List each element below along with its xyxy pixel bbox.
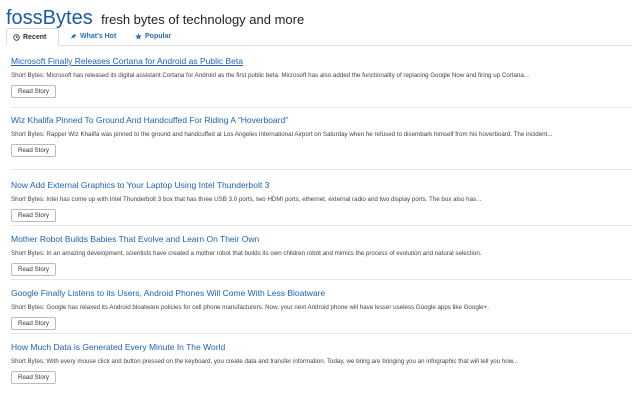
story-summary: Short Bytes: In an amazing development, … xyxy=(11,250,482,257)
story-summary: Short Bytes: With every mouse click and … xyxy=(11,358,519,365)
story-item: How Much Data is Generated Every Minute … xyxy=(11,342,632,394)
read-story-button[interactable]: Read Story xyxy=(11,371,56,384)
story-title-link[interactable]: Wiz Khalifa Pinned To Ground And Handcuf… xyxy=(11,115,632,125)
story-title-link[interactable]: How Much Data is Generated Every Minute … xyxy=(11,342,632,352)
tab-recent[interactable]: Recent xyxy=(6,28,59,46)
read-story-button[interactable]: Read Story xyxy=(11,317,56,330)
story-title-link[interactable]: Now Add External Graphics to Your Laptop… xyxy=(11,180,632,190)
story-item: Now Add External Graphics to Your Laptop… xyxy=(11,180,632,226)
story-item: Google Finally Listens to its Users, And… xyxy=(11,288,632,334)
story-item: Wiz Khalifa Pinned To Ground And Handcuf… xyxy=(11,115,632,170)
tab-bar: Recent What's Hot Popular xyxy=(6,28,632,46)
tab-whats-hot[interactable]: What's Hot xyxy=(64,28,122,45)
tab-label: Popular xyxy=(145,33,172,40)
story-item: Microsoft Finally Releases Cortana for A… xyxy=(11,56,632,108)
read-story-button[interactable]: Read Story xyxy=(11,209,56,222)
tab-popular[interactable]: Popular xyxy=(129,28,177,45)
story-item: Mother Robot Builds Babies That Evolve a… xyxy=(11,234,632,280)
story-title-link[interactable]: Google Finally Listens to its Users, And… xyxy=(11,288,632,298)
read-story-button[interactable]: Read Story xyxy=(11,144,56,157)
story-summary: Short Bytes: Microsoft has released its … xyxy=(11,72,529,79)
tab-label: What's Hot xyxy=(80,33,117,40)
tab-label: Recent xyxy=(23,33,47,41)
clock-icon xyxy=(13,33,20,41)
site-tagline: fresh bytes of technology and more xyxy=(101,12,305,27)
site-logo[interactable]: fossBytes xyxy=(6,7,93,29)
story-summary: Short Bytes: Intel has come up with Inte… xyxy=(11,196,482,203)
story-title-link[interactable]: Mother Robot Builds Babies That Evolve a… xyxy=(11,234,632,244)
read-story-button[interactable]: Read Story xyxy=(11,85,56,98)
read-story-button[interactable]: Read Story xyxy=(11,263,56,276)
story-summary: Short Bytes: Rapper Wiz Khalifa was pinn… xyxy=(11,131,553,138)
star-icon xyxy=(135,33,142,40)
site-header: fossBytes fresh bytes of technology and … xyxy=(6,7,304,30)
story-title-link[interactable]: Microsoft Finally Releases Cortana for A… xyxy=(11,56,632,66)
pin-icon xyxy=(70,33,77,40)
story-summary: Short Bytes: Google has relaxed its Andr… xyxy=(11,304,489,311)
